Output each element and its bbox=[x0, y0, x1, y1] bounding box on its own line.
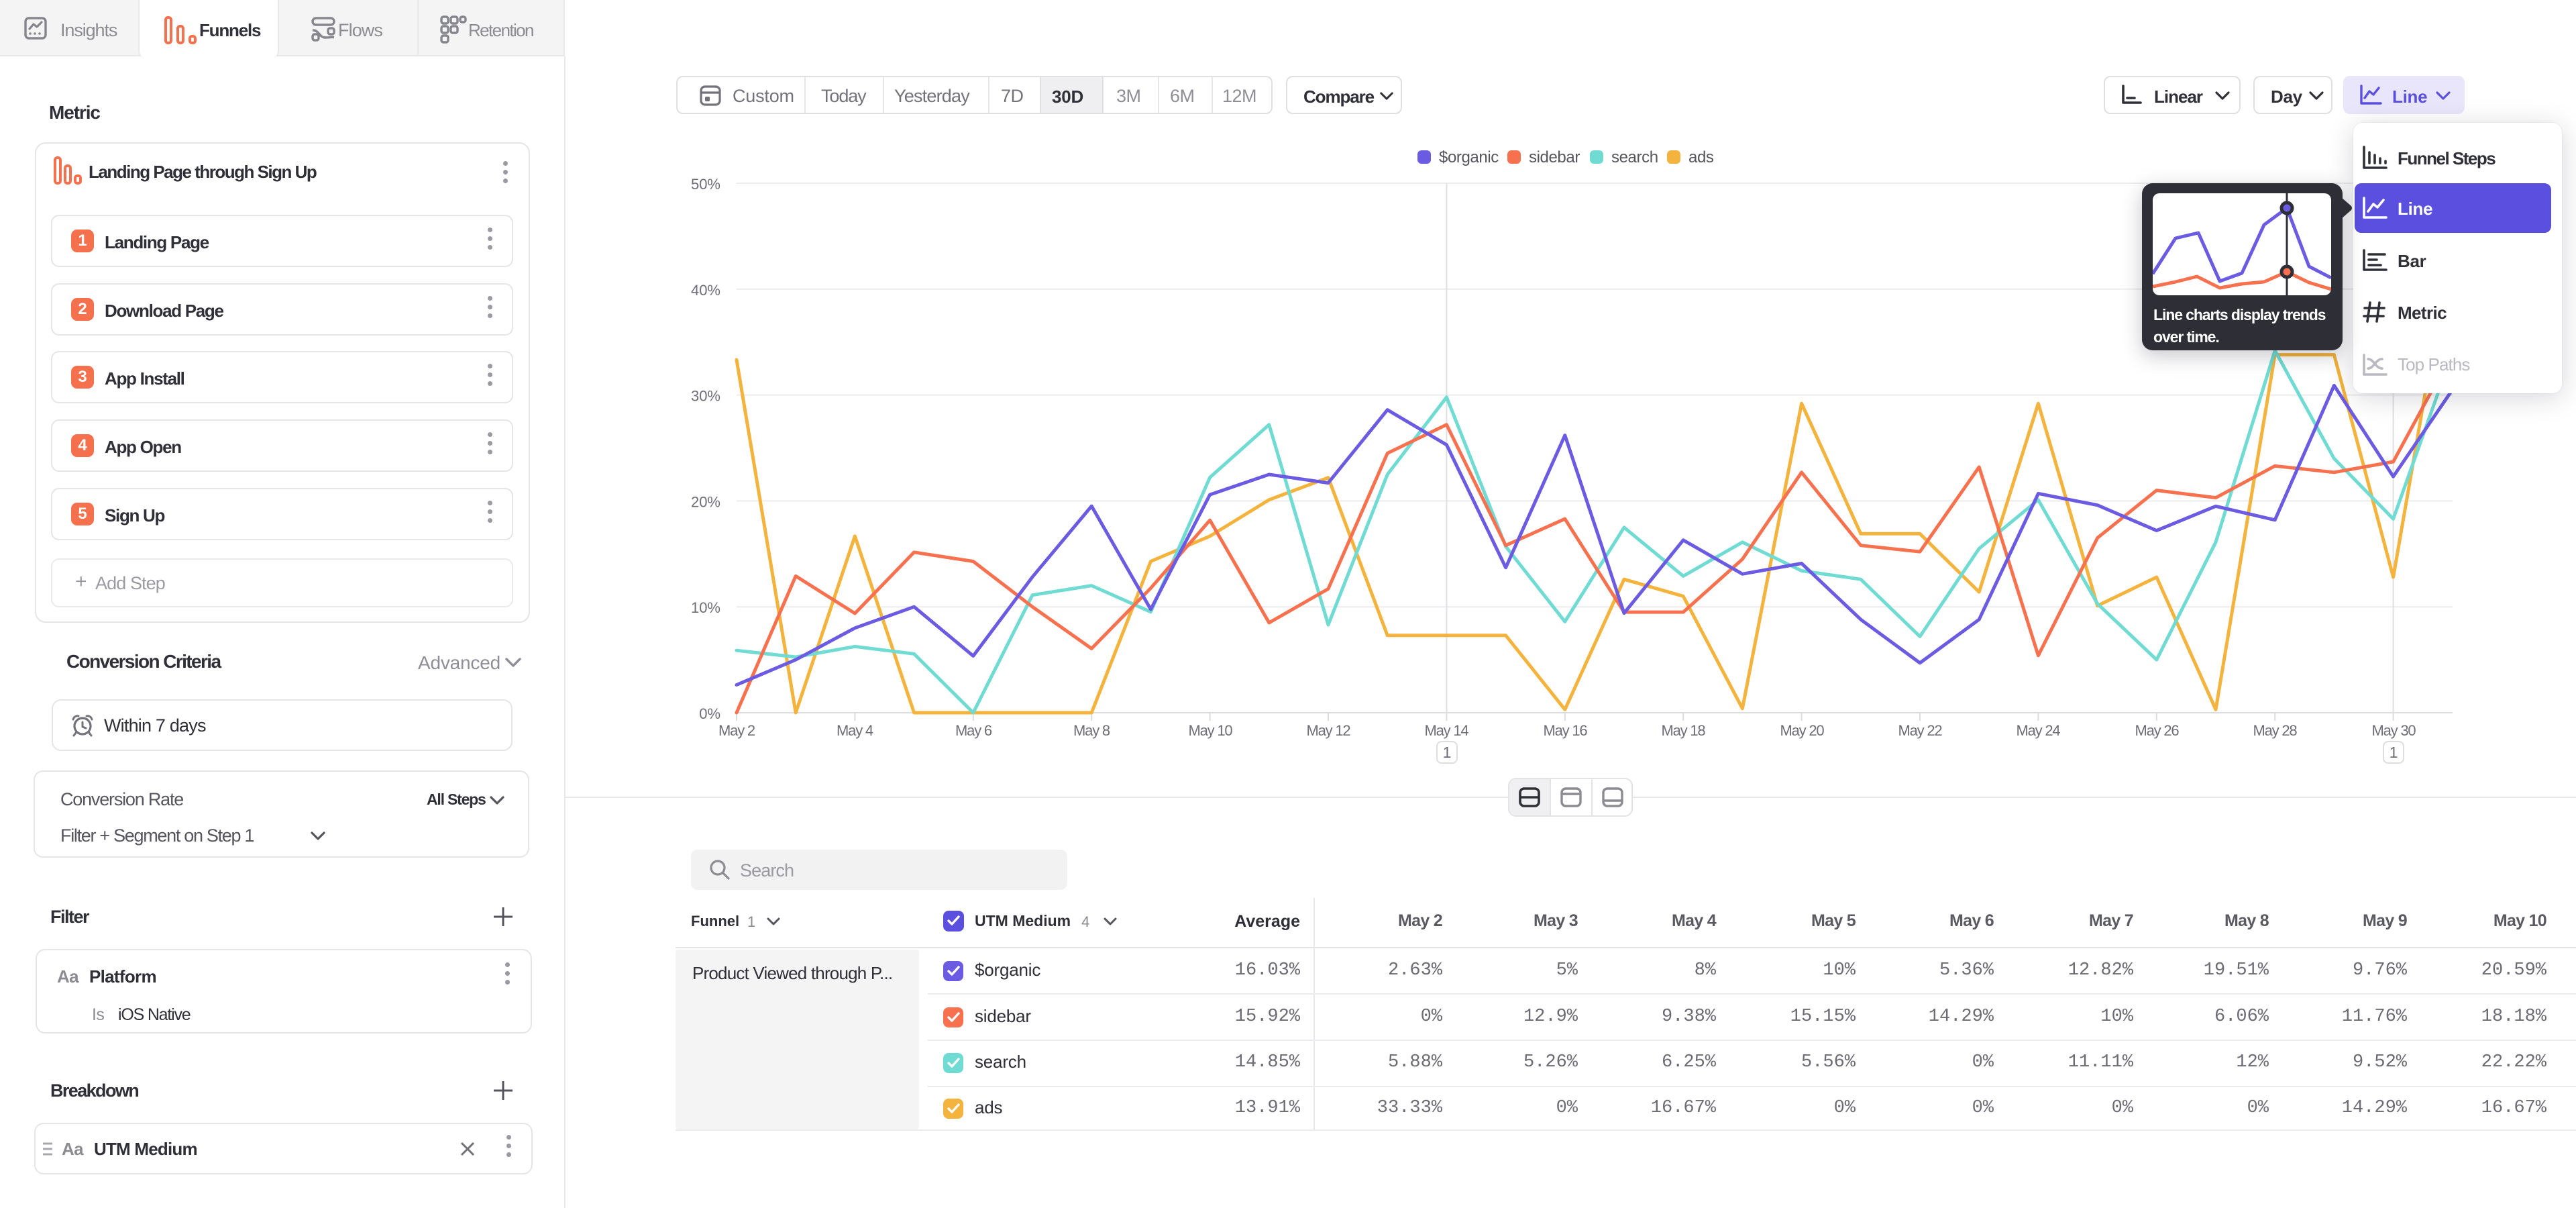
svg-text:May 16: May 16 bbox=[1544, 722, 1588, 739]
svg-text:May 14: May 14 bbox=[1425, 722, 1469, 739]
svg-text:May 20: May 20 bbox=[1780, 722, 1825, 739]
svg-text:40%: 40% bbox=[691, 282, 720, 299]
svg-text:May 8: May 8 bbox=[1073, 722, 1110, 739]
svg-text:0%: 0% bbox=[699, 705, 720, 722]
svg-text:20%: 20% bbox=[691, 493, 720, 510]
svg-text:May 24: May 24 bbox=[2017, 722, 2061, 739]
svg-text:10%: 10% bbox=[691, 599, 720, 616]
svg-text:May 2: May 2 bbox=[718, 722, 755, 739]
svg-text:50%: 50% bbox=[691, 176, 720, 193]
svg-text:May 4: May 4 bbox=[837, 722, 873, 739]
svg-text:May 28: May 28 bbox=[2253, 722, 2298, 739]
svg-text:May 26: May 26 bbox=[2135, 722, 2180, 739]
svg-text:May 22: May 22 bbox=[1898, 722, 1943, 739]
svg-text:May 30: May 30 bbox=[2372, 722, 2416, 739]
svg-text:May 6: May 6 bbox=[955, 722, 992, 739]
svg-text:30%: 30% bbox=[691, 388, 720, 405]
svg-text:May 12: May 12 bbox=[1307, 722, 1351, 739]
svg-text:May 10: May 10 bbox=[1189, 722, 1233, 739]
svg-text:May 18: May 18 bbox=[1662, 722, 1706, 739]
